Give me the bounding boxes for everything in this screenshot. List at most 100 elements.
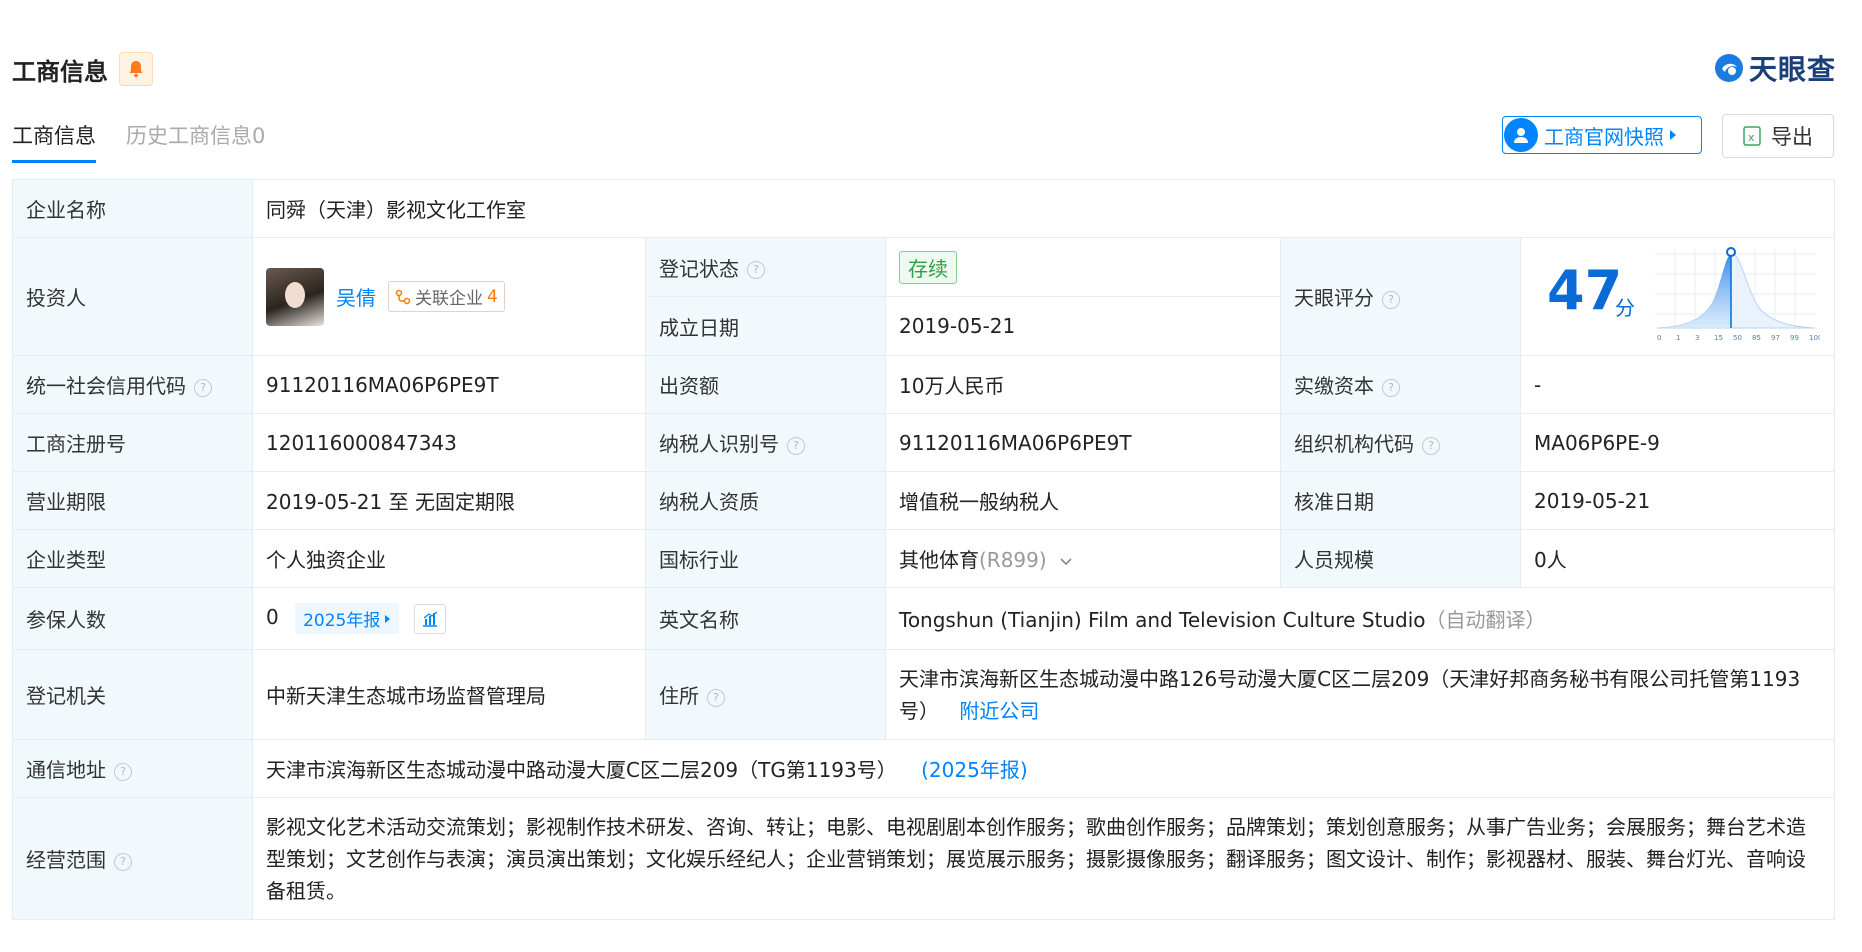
taxpayer-qual-value: 增值税一般纳税人 <box>885 471 1281 530</box>
company-name-value: 同舜（天津）影视文化工作室 <box>251 179 1836 238</box>
help-icon[interactable]: ? <box>1382 290 1400 309</box>
scope-label-text: 经营范围 <box>26 848 106 872</box>
taxpayer-id-label: 纳税人识别号? <box>645 413 886 472</box>
score-axis-tick: 97 <box>1771 334 1780 342</box>
table-row: 企业类型 个人独资企业 国标行业 其他体育(R899) 人员规模 0人 <box>12 529 1836 588</box>
mail-label: 通信地址? <box>12 739 253 798</box>
export-button[interactable]: x 导出 <box>1722 114 1834 158</box>
score-label-text: 天眼评分 <box>1294 286 1374 310</box>
status-badge: 存续 <box>899 250 957 284</box>
table-row: 通信地址? 天津市滨海新区生态城动漫中路动漫大厦C区二层209（TG第1193号… <box>12 739 1836 798</box>
investor-avatar[interactable] <box>266 267 324 326</box>
help-icon[interactable]: ? <box>1422 436 1440 455</box>
section-title: 工商信息 <box>12 58 108 86</box>
staff-label: 人员规模 <box>1280 529 1521 588</box>
taxpayer-qual-label: 纳税人资质 <box>645 471 886 530</box>
industry-value: 其他体育 <box>899 548 979 572</box>
bar-chart-icon <box>422 611 438 627</box>
english-name-label: 英文名称 <box>645 587 886 650</box>
table-row: 企业名称 同舜（天津）影视文化工作室 <box>12 179 1836 238</box>
score-axis-tick: 0 <box>1657 334 1661 342</box>
english-name-cell: Tongshun (Tianjin) Film and Television C… <box>884 587 1836 650</box>
score-axis-tick: 100 <box>1809 334 1820 342</box>
investor-name-link[interactable]: 吴倩 <box>336 282 376 311</box>
table-row: 工商注册号 120116000847343 纳税人识别号? 91120116MA… <box>12 413 1836 472</box>
insured-cell: 0 2025年报 <box>252 587 646 650</box>
score-unit: 分 <box>1615 296 1635 320</box>
business-info-table: 企业名称 同舜（天津）影视文化工作室 投资人 吴倩 关联企业 4 登记状态? 存… <box>12 179 1836 920</box>
help-icon[interactable]: ? <box>114 852 132 871</box>
mail-label-text: 通信地址 <box>26 758 106 782</box>
investor-cell: 吴倩 关联企业 4 <box>252 237 646 356</box>
logo-icon <box>1714 54 1743 82</box>
logo-text: 天眼查 <box>1748 53 1836 86</box>
org-code-value: MA06P6PE-9 <box>1519 413 1836 472</box>
chevron-down-icon <box>1060 558 1072 566</box>
address-label: 住所? <box>645 649 886 740</box>
capital-value: 10万人民币 <box>885 355 1281 414</box>
table-row: 营业期限 2019-05-21 至 无固定期限 纳税人资质 增值税一般纳税人 核… <box>12 471 1836 530</box>
snapshot-label: 工商官网快照 <box>1544 124 1664 149</box>
insured-year-tag[interactable]: 2025年报 <box>295 603 400 634</box>
score-axis-tick: 99 <box>1790 334 1799 342</box>
related-count: 4 <box>487 286 498 307</box>
taxpayer-id-value: 91120116MA06P6PE9T <box>885 413 1281 472</box>
insured-value: 0 <box>266 605 279 629</box>
scope-label: 经营范围? <box>12 797 253 920</box>
approve-date-label: 核准日期 <box>1280 471 1521 530</box>
mail-value: 天津市滨海新区生态城动漫中路动漫大厦C区二层209（TG第1193号） <box>266 758 897 782</box>
related-companies-tag[interactable]: 关联企业 4 <box>388 281 505 312</box>
investor-label: 投资人 <box>12 237 253 356</box>
bell-icon[interactable] <box>119 52 153 86</box>
staff-value: 0人 <box>1519 529 1836 588</box>
insured-label: 参保人数 <box>12 587 253 650</box>
table-row: 统一社会信用代码? 91120116MA06P6PE9T 出资额 10万人民币 … <box>12 355 1836 414</box>
term-value: 2019-05-21 至 无固定期限 <box>252 471 646 530</box>
credit-code-value: 91120116MA06P6PE9T <box>252 355 646 414</box>
company-info-page: 工商信息 天眼查 工商信息 历史工商信息0 工商官网快照 x 导出 企业名称 同… <box>0 0 1862 952</box>
help-icon[interactable]: ? <box>114 762 132 781</box>
industry-cell[interactable]: 其他体育(R899) <box>885 529 1281 588</box>
reg-status-cell: 存续 <box>885 237 1281 297</box>
org-code-label-text: 组织机构代码 <box>1294 432 1414 456</box>
score-cell[interactable]: 47 分 0 1 3 15 50 85 97 99 10 <box>1519 237 1836 356</box>
help-icon[interactable]: ? <box>1382 378 1400 397</box>
official-snapshot-button[interactable]: 工商官网快照 <box>1502 116 1702 154</box>
found-date-label: 成立日期 <box>645 296 886 356</box>
table-row: 经营范围? 影视文化艺术活动交流策划；影视制作技术研发、咨询、转让；电影、电视剧… <box>12 797 1836 920</box>
credit-code-label-text: 统一社会信用代码 <box>26 374 186 398</box>
score-axis-tick: 85 <box>1752 334 1761 342</box>
reg-no-value: 120116000847343 <box>252 413 646 472</box>
table-row: 参保人数 0 2025年报 英文名称 Tongshun (Tianjin) Fi… <box>12 587 1836 650</box>
industry-label: 国标行业 <box>645 529 886 588</box>
svg-text:x: x <box>1748 131 1755 144</box>
industry-code: (R899) <box>979 548 1047 572</box>
english-name-value: Tongshun (Tianjin) Film and Television C… <box>899 608 1426 632</box>
org-code-label: 组织机构代码? <box>1280 413 1521 472</box>
tianyancha-logo: 天眼查 <box>1713 50 1836 86</box>
credit-code-label: 统一社会信用代码? <box>12 355 253 414</box>
caret-right-icon <box>1670 130 1676 140</box>
score-axis-tick: 50 <box>1733 334 1742 342</box>
nearby-companies-link[interactable]: 附近公司 <box>959 699 1039 723</box>
help-icon[interactable]: ? <box>707 688 725 707</box>
paid-capital-label-text: 实缴资本 <box>1294 374 1374 398</box>
export-label: 导出 <box>1771 125 1813 149</box>
mail-year-link[interactable]: (2025年报) <box>921 758 1028 782</box>
help-icon[interactable]: ? <box>194 378 212 397</box>
tab-business-info[interactable]: 工商信息 <box>12 120 96 163</box>
tab-history-business-info[interactable]: 历史工商信息0 <box>126 120 265 163</box>
paid-capital-label: 实缴资本? <box>1280 355 1521 414</box>
capital-label: 出资额 <box>645 355 886 414</box>
authority-label: 登记机关 <box>12 649 253 740</box>
help-icon[interactable]: ? <box>747 261 765 279</box>
insured-year-text: 2025年报 <box>303 611 381 631</box>
tab-bar: 工商信息 历史工商信息0 <box>12 120 265 163</box>
caret-right-icon <box>385 614 391 623</box>
table-row: 投资人 吴倩 关联企业 4 登记状态? 存续 天眼评分? 47 分 0 1 3 … <box>12 237 1836 356</box>
address-label-text: 住所 <box>659 684 699 708</box>
related-label: 关联企业 <box>415 289 483 309</box>
reg-no-label: 工商注册号 <box>12 413 253 472</box>
help-icon[interactable]: ? <box>787 436 805 455</box>
trend-chart-button[interactable] <box>413 603 446 634</box>
